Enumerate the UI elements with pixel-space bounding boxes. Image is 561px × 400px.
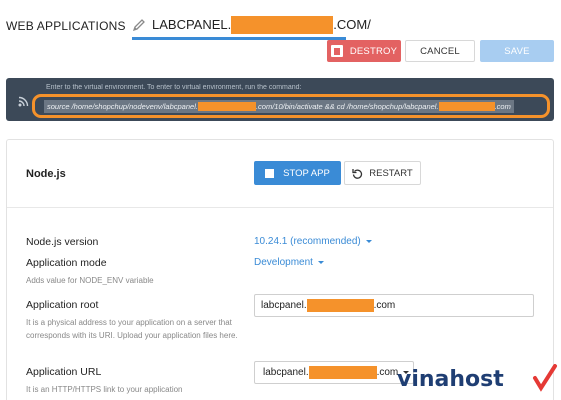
redaction [308,366,377,379]
stop-icon [265,168,275,178]
url-hint: It is an HTTP/HTTPS link to your applica… [26,385,183,394]
root-label: Application root [26,299,99,311]
logo-text: vinahost [397,367,504,392]
app-settings-panel: Node.js STOP APP RESTART Node.js version… [6,139,554,400]
root-hint: It is a physical address to your applica… [26,318,238,340]
venv-banner: Enter to the virtual environment. To ent… [6,78,554,121]
node-version-dropdown[interactable]: 10.24.1 (recommended) [254,236,372,247]
mode-label: Application mode [26,257,107,269]
node-version-value: 10.24.1 (recommended) [254,236,361,247]
redaction [438,101,495,111]
redaction [231,15,334,34]
banner-text: Enter to the virtual environment. To ent… [46,84,302,91]
url-prefix: labcpanel. [263,367,309,378]
node-version-label: Node.js version [26,236,99,248]
venv-command[interactable]: source /home/shopchup/nodevenv/labcpanel… [44,99,514,113]
destroy-label: DESTROY [349,45,398,57]
vinahost-logo: vinahost [395,364,560,394]
page-title: WEB APPLICATIONS [6,19,126,33]
logo-image: vinahost [397,364,557,392]
app-root-input[interactable]: labcpanel. .com [254,294,534,317]
redaction [197,101,256,111]
divider [7,207,553,208]
mode-dropdown[interactable]: Development [254,257,324,268]
chevron-down-icon [365,240,372,243]
command-part-2: .com/10/bin/activate && cd /home/shopchu… [255,101,439,111]
cancel-label: CANCEL [420,45,460,57]
restart-button[interactable]: RESTART [344,161,421,185]
root-prefix: labcpanel. [261,300,307,311]
rss-icon [18,94,29,107]
app-url-domain-select[interactable]: labcpanel. .com [254,361,414,384]
pencil-icon[interactable] [132,18,146,32]
stop-app-button[interactable]: STOP APP [254,161,341,185]
command-part-3: .com [494,101,511,111]
domain-selector[interactable]: LABCPANEL. .COM/ [132,12,371,40]
chevron-down-icon [317,261,324,264]
save-label: SAVE [504,45,530,57]
url-label: Application URL [26,366,102,378]
redaction [306,299,374,312]
trash-icon [330,45,343,57]
domain-prefix: LABCPANEL. [152,17,232,32]
command-part-1: source /home/shopchup/nodevenv/labcpanel… [47,101,198,111]
mode-hint: Adds value for NODE_ENV variable [26,276,154,285]
cancel-button[interactable]: CANCEL [405,40,475,62]
command-highlight: source /home/shopchup/nodevenv/labcpanel… [32,94,550,118]
mode-value: Development [254,257,313,268]
domain-name: LABCPANEL. .COM/ [152,15,371,34]
stop-label: STOP APP [283,167,330,179]
domain-suffix: .COM/ [333,17,371,32]
section-title: Node.js [26,168,66,180]
restart-icon [352,168,363,179]
root-suffix: .com [373,300,396,311]
save-button[interactable]: SAVE [480,40,554,62]
restart-label: RESTART [369,167,413,179]
destroy-button[interactable]: DESTROY [327,40,401,62]
